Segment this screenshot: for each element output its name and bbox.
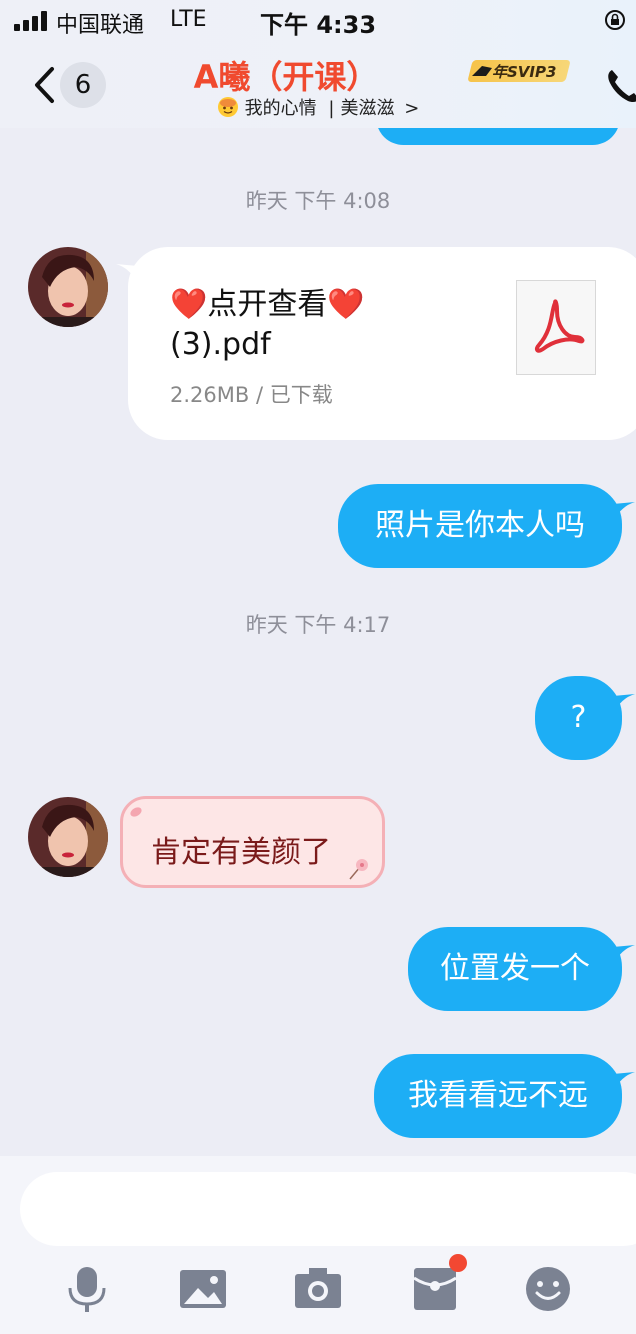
bubble-tail bbox=[613, 945, 635, 965]
contact-avatar[interactable] bbox=[28, 797, 108, 877]
bubble-tail bbox=[613, 502, 635, 522]
chat-header: 中国联通 LTE 下午 4:33 6 A曦（开课） 年SVIP3 我的心情 | … bbox=[0, 0, 636, 128]
penguin-icon bbox=[472, 66, 492, 76]
bubble-tail bbox=[613, 1072, 635, 1092]
bubble-tail bbox=[613, 694, 635, 714]
heart-emoji: ❤️ bbox=[327, 287, 365, 322]
svip-label: 年SVIP3 bbox=[492, 63, 557, 81]
file-name: ❤️点开查看❤️ (3).pdf bbox=[170, 285, 500, 365]
message-bubble-incoming[interactable]: 肯定有美颜了 bbox=[120, 796, 385, 888]
avatar-photo bbox=[28, 797, 108, 877]
message-timestamp: 昨天 下午 4:17 bbox=[245, 613, 391, 637]
message-text: 我看看远不远 bbox=[408, 1078, 588, 1113]
file-name-text: 点开查看 bbox=[207, 287, 328, 322]
rotation-lock-icon bbox=[605, 10, 625, 30]
message-bubble-outgoing[interactable]: 位置发一个 bbox=[408, 927, 635, 1011]
message-timestamp: 昨天 下午 4:08 bbox=[245, 189, 391, 213]
file-message-bubble[interactable]: ❤️点开查看❤️ (3).pdf 2.26MB / 已下载 bbox=[128, 247, 636, 440]
file-status: 已下载 bbox=[269, 383, 333, 407]
message-text: 肯定有美颜了 bbox=[151, 835, 331, 870]
mood-face-icon bbox=[217, 97, 238, 117]
message-text: 照片是你本人吗 bbox=[375, 508, 585, 543]
image-icon[interactable] bbox=[178, 1264, 228, 1314]
heart-emoji: ❤️ bbox=[170, 287, 208, 322]
svip-badge[interactable]: 年SVIP3 bbox=[467, 58, 571, 84]
chevron-right-icon: > bbox=[404, 98, 420, 119]
status-time: 下午 4:33 bbox=[259, 11, 377, 39]
file-name-ext: (3).pdf bbox=[170, 327, 271, 362]
phone-call-icon[interactable] bbox=[604, 66, 636, 106]
mood-separator: | bbox=[328, 98, 335, 119]
mood-line[interactable]: 我的心情 | 美滋滋 > bbox=[0, 94, 636, 120]
message-bubble-outgoing[interactable]: ? bbox=[535, 676, 635, 760]
red-packet-icon[interactable] bbox=[410, 1264, 460, 1314]
message-text: ? bbox=[570, 700, 587, 735]
composer bbox=[0, 1156, 636, 1334]
contact-avatar[interactable] bbox=[28, 247, 108, 327]
microphone-icon[interactable] bbox=[62, 1264, 112, 1314]
status-bar: 中国联通 LTE 下午 4:33 bbox=[0, 0, 636, 40]
notification-dot bbox=[449, 1254, 467, 1272]
file-meta-sep: / bbox=[249, 383, 270, 407]
message-text: 位置发一个 bbox=[440, 951, 590, 986]
avatar-photo bbox=[28, 247, 108, 327]
mood-value: 美滋滋 bbox=[340, 98, 395, 119]
petal-decoration-icon bbox=[130, 807, 142, 817]
blossom-decoration-icon bbox=[349, 859, 368, 880]
camera-icon[interactable] bbox=[293, 1264, 343, 1314]
pdf-file-icon bbox=[516, 280, 596, 375]
mood-label: 我的心情 bbox=[244, 98, 317, 119]
file-size: 2.26MB bbox=[170, 383, 250, 407]
contact-name[interactable]: A曦（开课） bbox=[194, 52, 379, 98]
message-bubble-outgoing[interactable]: 照片是你本人吗 bbox=[338, 484, 635, 568]
message-bubble-outgoing[interactable]: 我看看远不远 bbox=[374, 1054, 635, 1138]
message-input[interactable] bbox=[20, 1172, 636, 1246]
emoji-icon[interactable] bbox=[523, 1264, 573, 1314]
file-meta: 2.26MB / 已下载 bbox=[170, 379, 333, 409]
